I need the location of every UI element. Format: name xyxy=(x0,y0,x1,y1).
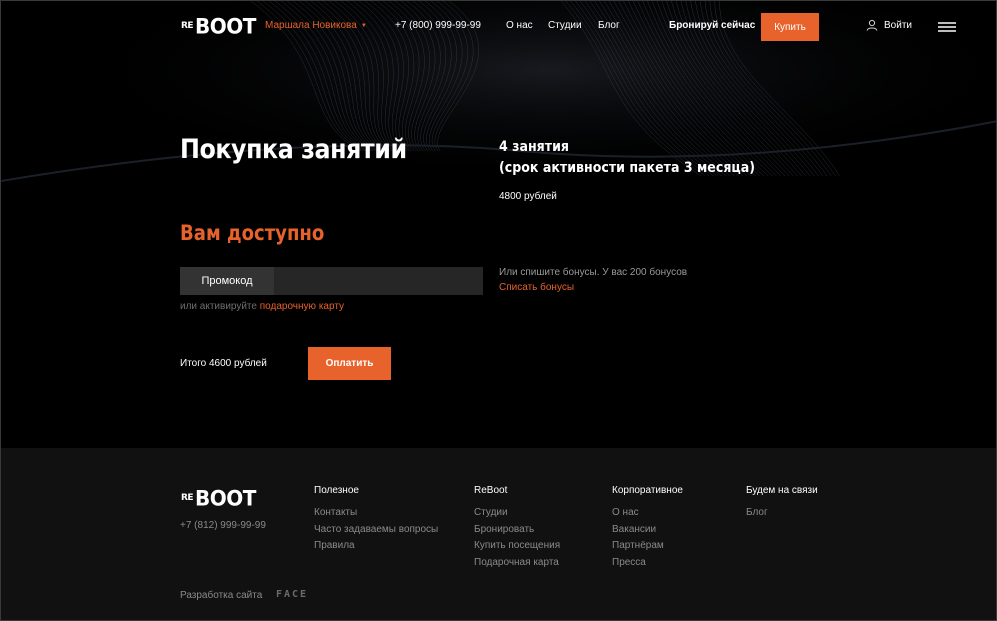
book-now-link[interactable]: Бронируй сейчас xyxy=(669,20,755,31)
footer-logo-boot-text: BOOT xyxy=(195,485,256,511)
footer-logo-re-text: RE xyxy=(180,493,194,503)
nav-studios[interactable]: Студии xyxy=(548,20,582,31)
hero-section: RE BOOT Маршала Новикова ▼ +7 (800) 999-… xyxy=(1,1,996,448)
header-phone[interactable]: +7 (800) 999-99-99 xyxy=(395,20,481,31)
user-city-select[interactable]: Маршала Новикова ▼ xyxy=(265,20,367,31)
logo-re-text: RE xyxy=(180,21,194,31)
login-button[interactable]: Войти xyxy=(866,19,912,31)
decorative-wave-background xyxy=(1,1,996,231)
page-title: Покупка занятий xyxy=(180,134,407,165)
footer-column-corporate: Корпоративное О нас Вакансии Партнёрам П… xyxy=(612,485,683,571)
footer-phone[interactable]: +7 (812) 999-99-99 xyxy=(180,520,266,531)
footer-logo[interactable]: RE BOOT xyxy=(180,485,256,511)
footer-column-reboot: ReBoot Студии Бронировать Купить посещен… xyxy=(474,485,560,571)
chevron-down-icon: ▼ xyxy=(360,22,367,29)
footer-link-vacancies[interactable]: Вакансии xyxy=(612,522,683,539)
footer-column-title: Полезное xyxy=(314,485,359,496)
developer-logo[interactable]: FACE xyxy=(276,589,308,600)
footer-link-press[interactable]: Пресса xyxy=(612,555,683,572)
gift-card-link[interactable]: подарочную карту xyxy=(260,301,344,312)
buy-button[interactable]: Купить xyxy=(761,13,819,41)
footer-column-contact: Будем на связи Блог xyxy=(746,485,818,522)
user-icon xyxy=(866,19,878,31)
package-price: 4800 рублей xyxy=(499,191,557,202)
footer-link-blog[interactable]: Блог xyxy=(746,505,818,522)
gift-card-prefix: или активируйте xyxy=(180,301,260,312)
footer-column-useful: Полезное Контакты Часто задаваемы вопрос… xyxy=(314,485,438,555)
footer-column-title: Корпоративное xyxy=(612,485,683,496)
redeem-bonus-link[interactable]: Списать бонусы xyxy=(499,282,574,293)
site-development-label: Разработка сайта xyxy=(180,590,263,601)
pay-button[interactable]: Оплатить xyxy=(308,347,391,380)
promo-code-field: Промокод xyxy=(180,267,483,295)
logo-boot-text: BOOT xyxy=(195,13,256,39)
package-sessions: 4 занятия xyxy=(499,139,570,155)
footer-link-contacts[interactable]: Контакты xyxy=(314,505,438,522)
footer-link-partners[interactable]: Партнёрам xyxy=(612,538,683,555)
total-amount: Итого 4600 рублей xyxy=(180,358,267,369)
footer-link-about[interactable]: О нас xyxy=(612,505,683,522)
nav-about[interactable]: О нас xyxy=(506,20,533,31)
footer-logo-re: RE xyxy=(180,493,194,503)
footer-link-faq[interactable]: Часто задаваемы вопросы xyxy=(314,522,438,539)
footer-link-book[interactable]: Бронировать xyxy=(474,522,560,539)
footer-link-buy-visits[interactable]: Купить посещения xyxy=(474,538,560,555)
footer-link-rules[interactable]: Правила xyxy=(314,538,438,555)
hamburger-menu-icon[interactable] xyxy=(938,22,956,32)
login-label: Войти xyxy=(884,19,912,31)
package-title: 4 занятия (срок активности пакета 3 меся… xyxy=(499,137,755,179)
footer-column-title: Будем на связи xyxy=(746,485,818,496)
footer-column-title: ReBoot xyxy=(474,485,508,496)
footer: RE BOOT +7 (812) 999-99-99 Полезное Конт… xyxy=(1,448,996,620)
footer-link-studios[interactable]: Студии xyxy=(474,505,560,522)
page: RE BOOT Маршала Новикова ▼ +7 (800) 999-… xyxy=(0,0,997,621)
available-heading: Вам доступно xyxy=(180,221,325,245)
footer-link-gift-card[interactable]: Подарочная карта xyxy=(474,555,560,572)
gift-card-line: или активируйте подарочную карту xyxy=(180,301,344,312)
nav-blog[interactable]: Блог xyxy=(598,20,620,31)
user-name: Маршала Новикова xyxy=(265,20,357,31)
logo-re: RE xyxy=(180,21,194,31)
promo-code-label: Промокод xyxy=(180,267,274,295)
logo[interactable]: RE BOOT xyxy=(180,13,256,39)
bonus-info: Или спишите бонусы. У вас 200 бонусов xyxy=(499,267,688,278)
package-validity: (срок активности пакета 3 месяца) xyxy=(499,160,756,176)
promo-code-input[interactable] xyxy=(274,267,483,295)
